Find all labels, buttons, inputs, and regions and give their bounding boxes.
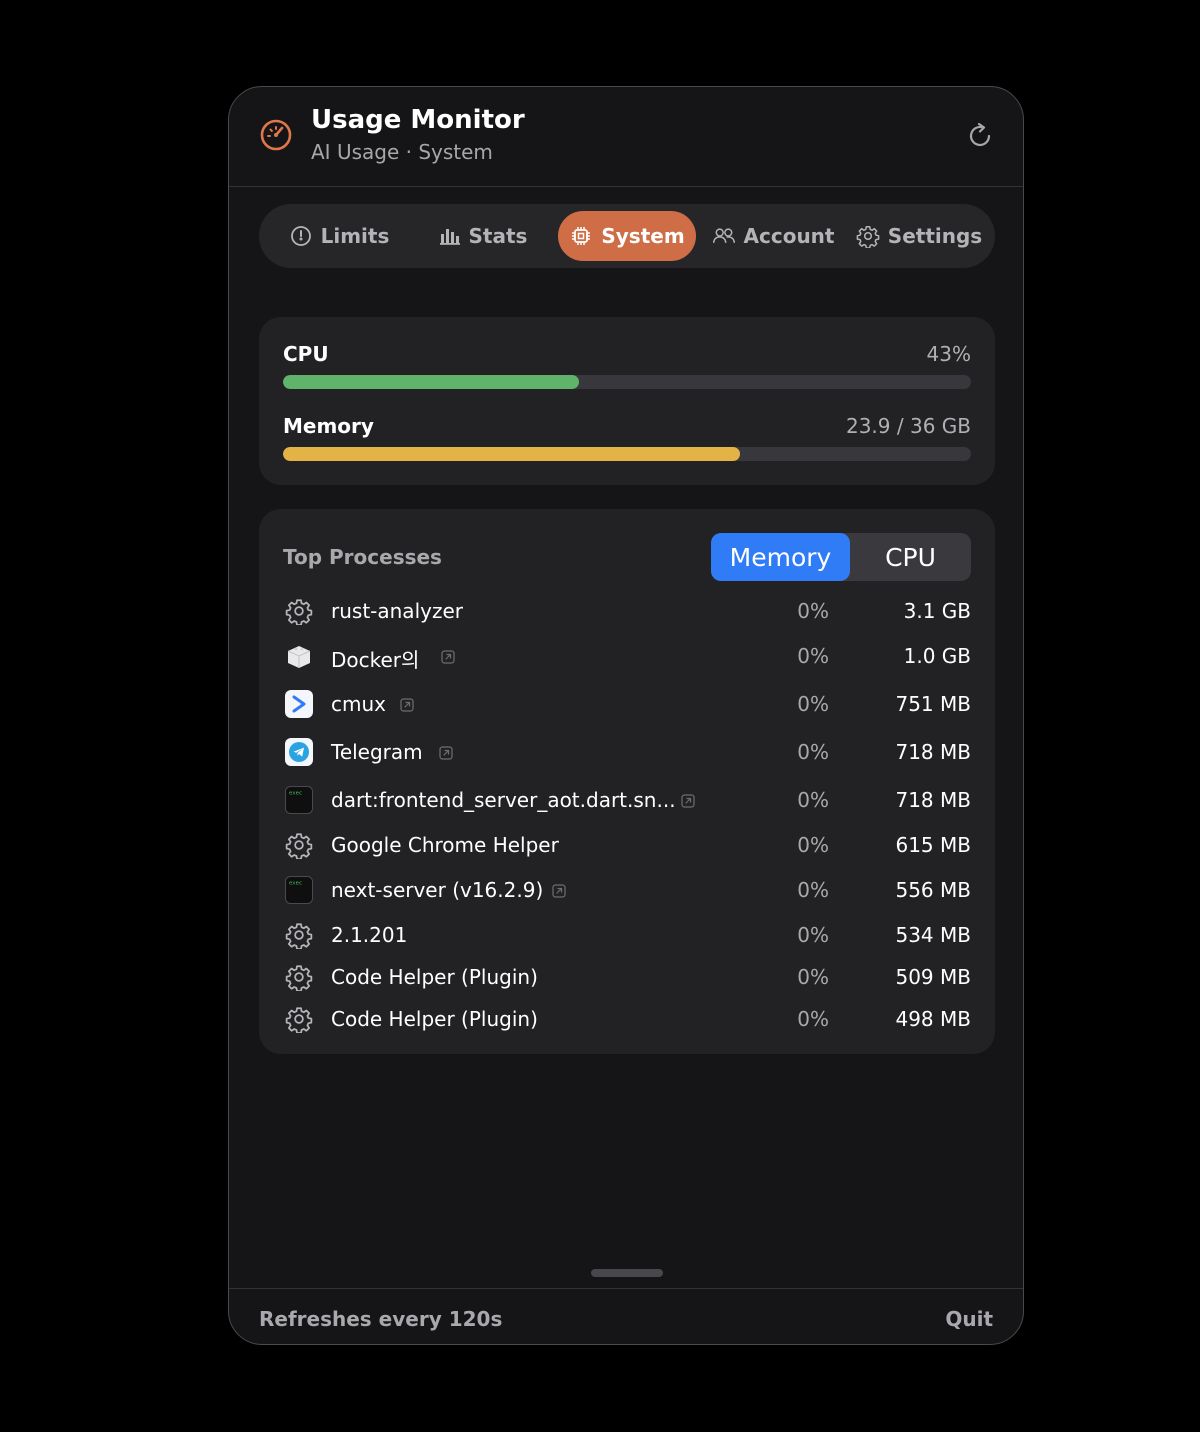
telegram-icon	[285, 738, 313, 766]
process-cpu: 0%	[797, 599, 829, 623]
tab-bar: Limits Stats System Account Settings	[259, 204, 995, 268]
speedometer-icon	[260, 119, 292, 151]
cpu-bar	[283, 375, 971, 389]
process-memory: 509 MB	[895, 965, 971, 989]
process-name: Code Helper (Plugin)	[331, 1007, 538, 1031]
memory-label: Memory	[283, 414, 374, 438]
svg-text:exec: exec	[289, 791, 302, 797]
process-row: rust-analyzer 0% 3.1 GB	[259, 591, 995, 631]
process-cpu: 0%	[797, 692, 829, 716]
process-row: Google Chrome Helper 0% 615 MB	[259, 825, 995, 865]
exec-terminal-icon: exec	[285, 786, 313, 814]
top-processes-title: Top Processes	[283, 545, 442, 569]
open-external-icon[interactable]	[552, 883, 566, 898]
gear-icon	[285, 597, 313, 626]
process-cpu: 0%	[797, 644, 829, 668]
gear-icon	[285, 921, 313, 950]
memory-bar-fill	[283, 447, 740, 461]
sort-segmented-control: Memory CPU	[711, 533, 971, 581]
open-external-icon[interactable]	[400, 697, 414, 712]
open-external-icon[interactable]	[441, 649, 455, 664]
process-cpu: 0%	[797, 833, 829, 857]
tab-label: System	[601, 224, 685, 248]
process-row: Code Helper (Plugin) 0% 509 MB	[259, 957, 995, 997]
gear-icon	[856, 226, 880, 248]
cpu-label: CPU	[283, 342, 329, 366]
bar-chart-icon	[439, 229, 460, 245]
tab-label: Stats	[468, 224, 528, 248]
tab-stats[interactable]: Stats	[427, 211, 537, 261]
process-memory: 751 MB	[895, 692, 971, 716]
process-memory: 534 MB	[895, 923, 971, 947]
sort-cpu-button[interactable]: CPU	[850, 533, 971, 581]
sort-memory-button[interactable]: Memory	[711, 533, 850, 581]
process-memory: 556 MB	[895, 878, 971, 902]
process-row: exec dart:frontend_server_aot.dart.sn... 0…	[259, 780, 995, 820]
quit-button[interactable]: Quit	[945, 1307, 993, 1331]
memory-value: 23.9 / 36 GB	[845, 414, 971, 438]
process-name: Telegram	[331, 740, 423, 764]
tab-account[interactable]: Account	[711, 211, 835, 261]
system-usage-card: CPU 43% Memory 23.9 / 36 GB	[259, 317, 995, 485]
tab-label: Settings	[887, 224, 983, 248]
gear-icon	[285, 1005, 313, 1034]
resize-handle[interactable]	[591, 1269, 663, 1277]
process-name: Docker의	[331, 648, 420, 672]
process-cpu: 0%	[797, 788, 829, 812]
process-name: 2.1.201	[331, 923, 408, 947]
tab-label: Account	[743, 224, 835, 248]
footer: Refreshes every 120s Quit	[229, 1288, 1023, 1344]
process-name: cmux	[331, 692, 386, 716]
process-memory: 498 MB	[895, 1007, 971, 1031]
process-memory: 1.0 GB	[903, 644, 971, 668]
top-processes-card: Top Processes Memory CPU rust-analyzer 0%…	[259, 509, 995, 1054]
process-memory: 718 MB	[895, 788, 971, 812]
process-name: dart:frontend_server_aot.dart.sn...	[331, 788, 676, 812]
process-row: Code Helper (Plugin) 0% 498 MB	[259, 999, 995, 1039]
process-name: next-server (v16.2.9)	[331, 878, 544, 902]
process-row: Telegram 0% 718 MB	[259, 732, 995, 772]
header: Usage Monitor AI Usage · System	[229, 87, 1023, 187]
process-cpu: 0%	[797, 1007, 829, 1031]
gauge-icon	[290, 226, 311, 246]
process-cpu: 0%	[797, 923, 829, 947]
app-subtitle: AI Usage · System	[311, 140, 493, 164]
open-external-icon[interactable]	[439, 745, 453, 760]
tab-system[interactable]: System	[558, 211, 696, 261]
process-row: cmux 0% 751 MB	[259, 684, 995, 724]
refresh-interval-text: Refreshes every 120s	[259, 1307, 503, 1331]
tab-limits[interactable]: Limits	[279, 211, 399, 261]
process-name: rust-analyzer	[331, 599, 463, 623]
open-external-icon[interactable]	[681, 793, 695, 808]
process-memory: 615 MB	[895, 833, 971, 857]
process-name: Google Chrome Helper	[331, 833, 559, 857]
process-memory: 3.1 GB	[903, 599, 971, 623]
process-name: Code Helper (Plugin)	[331, 965, 538, 989]
cmux-app-icon	[285, 690, 313, 718]
chip-icon	[572, 227, 591, 245]
process-cpu: 0%	[797, 965, 829, 989]
process-memory: 718 MB	[895, 740, 971, 764]
usage-monitor-window: Usage Monitor AI Usage · System Limits S…	[228, 86, 1024, 1345]
memory-bar	[283, 447, 971, 461]
refresh-icon[interactable]	[965, 121, 995, 151]
process-row: exec next-server (v16.2.9) 0% 556 MB	[259, 870, 995, 910]
process-cpu: 0%	[797, 740, 829, 764]
process-cpu: 0%	[797, 878, 829, 902]
cpu-bar-fill	[283, 375, 579, 389]
docker-box-icon	[285, 642, 313, 670]
tab-label: Limits	[320, 224, 390, 248]
process-row: 2.1.201 0% 534 MB	[259, 915, 995, 955]
gear-icon	[285, 831, 313, 860]
gear-icon	[285, 963, 313, 992]
cpu-value: 43%	[926, 342, 971, 366]
exec-terminal-icon: exec	[285, 876, 313, 904]
users-icon	[712, 228, 735, 243]
process-row: Docker의 0% 1.0 GB	[259, 636, 995, 676]
tab-settings[interactable]: Settings	[856, 211, 983, 261]
svg-text:exec: exec	[289, 881, 302, 887]
app-title: Usage Monitor	[311, 105, 525, 135]
